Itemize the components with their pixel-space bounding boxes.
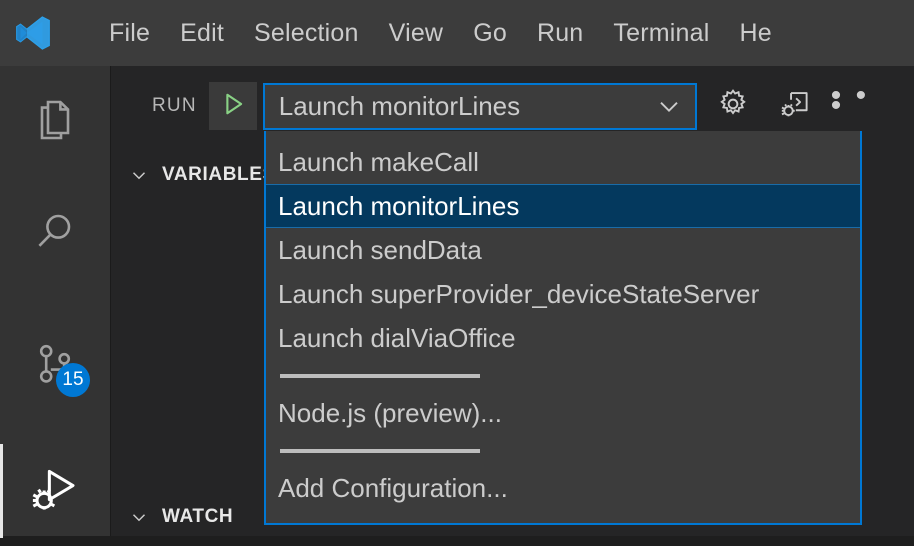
run-toolbar: RUN Launch monitorLines • • • xyxy=(110,78,914,134)
start-debugging-button[interactable] xyxy=(208,82,257,130)
debug-console-button[interactable] xyxy=(769,80,821,132)
dropdown-item-launch-makecall[interactable]: Launch makeCall xyxy=(266,140,860,184)
dropdown-separator xyxy=(266,360,860,391)
menu-item-go[interactable]: Go xyxy=(458,15,522,52)
chevron-down-icon xyxy=(128,164,150,186)
debug-console-icon xyxy=(778,87,812,126)
dropdown-separator-line xyxy=(280,448,480,453)
chevron-down-icon xyxy=(128,506,150,528)
dropdown-top-gap xyxy=(266,131,860,140)
files-icon xyxy=(31,95,79,148)
dropdown-separator-line xyxy=(280,373,480,378)
dropdown-item-add-configuration[interactable]: Add Configuration... xyxy=(266,466,860,510)
menu-item-selection[interactable]: Selection xyxy=(239,15,374,52)
activity-bar: 15 xyxy=(0,66,110,538)
run-label: RUN xyxy=(152,95,197,116)
search-icon xyxy=(31,208,79,261)
menu-item-terminal[interactable]: Terminal xyxy=(598,15,724,52)
menu-bar: File Edit Selection View Go Run Terminal… xyxy=(94,15,787,52)
debug-configuration-select[interactable]: Launch monitorLines xyxy=(262,82,697,130)
chevron-down-icon xyxy=(643,90,695,122)
debug-configuration-value: Launch monitorLines xyxy=(278,90,521,121)
menu-item-file[interactable]: File xyxy=(94,15,165,52)
dropdown-separator xyxy=(266,435,860,466)
dropdown-item-launch-superprovider-devicestateserver[interactable]: Launch superProvider_deviceStateServer xyxy=(266,272,860,316)
activity-item-explorer[interactable] xyxy=(0,66,110,176)
menu-item-run[interactable]: Run xyxy=(522,15,598,52)
menu-item-edit[interactable]: Edit xyxy=(165,15,239,52)
activity-item-search[interactable] xyxy=(0,179,110,289)
section-title-watch: WATCH xyxy=(162,506,234,527)
dropdown-item-launch-dialviaoffice[interactable]: Launch dialViaOffice xyxy=(266,316,860,360)
dropdown-item-nodejs-preview[interactable]: Node.js (preview)... xyxy=(266,391,860,435)
vscode-logo-icon xyxy=(10,10,56,56)
dropdown-item-launch-senddata[interactable]: Launch sendData xyxy=(266,228,860,272)
activity-item-run-and-debug[interactable] xyxy=(0,436,110,546)
run-and-debug-icon xyxy=(29,463,81,520)
source-control-badge: 15 xyxy=(56,363,90,397)
debug-configuration-dropdown: Launch makeCall Launch monitorLines Laun… xyxy=(264,131,862,525)
play-icon xyxy=(218,89,248,124)
sidebar-divider xyxy=(110,66,111,536)
menu-item-view[interactable]: View xyxy=(374,15,459,52)
title-bar: File Edit Selection View Go Run Terminal… xyxy=(0,0,914,66)
open-launch-json-button[interactable] xyxy=(707,80,759,132)
more-actions-label: • • • xyxy=(830,79,870,122)
more-actions-button[interactable]: • • • xyxy=(831,80,883,132)
vscode-window: File Edit Selection View Go Run Terminal… xyxy=(0,0,914,538)
activity-item-source-control[interactable]: 15 xyxy=(0,311,110,421)
gear-icon xyxy=(716,87,750,126)
section-title-variables: VARIABLES xyxy=(162,164,276,185)
dropdown-item-launch-monitorlines[interactable]: Launch monitorLines xyxy=(266,184,860,228)
menu-item-help[interactable]: He xyxy=(724,15,786,52)
